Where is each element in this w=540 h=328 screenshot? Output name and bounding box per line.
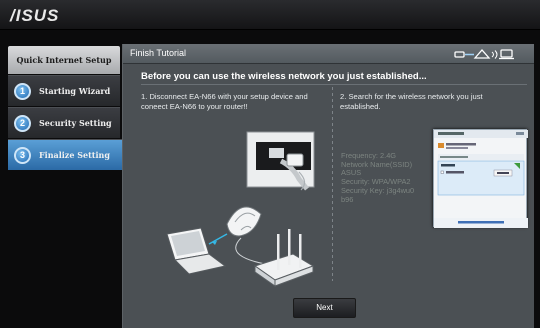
step-number: 2 [14, 114, 31, 132]
main-panel: Finish Tutorial Before you can use the w… [122, 44, 534, 328]
step-label: Security Setting [39, 118, 112, 128]
step-security-setting[interactable]: 2 Security Setting [8, 107, 120, 138]
top-bar: /ISUS [0, 0, 540, 30]
step-number: 3 [14, 146, 31, 164]
access-point-icon [226, 206, 262, 237]
windows-network-list-screenshot [433, 129, 528, 228]
step-starting-wizard[interactable]: 1 Starting Wizard [8, 75, 120, 106]
step-finalize-setting[interactable]: 3 Finalize Setting [8, 139, 136, 170]
laptop-icon [166, 227, 227, 275]
asus-logo: /ISUS [10, 6, 60, 25]
step-label: Starting Wizard [39, 86, 111, 96]
next-button[interactable]: Next [293, 298, 356, 318]
router-icon [253, 229, 315, 287]
security-key-text-cont: b96 [341, 194, 354, 204]
step-number: 1 [14, 82, 31, 100]
sidebar: Quick Internet Setup 1 Starting Wizard 2… [8, 46, 136, 321]
ethernet-port-closeup-icon [246, 131, 315, 191]
wireless-settings-info: Frequency: 2.4G Network Name(SSID) ASUS … [341, 151, 414, 204]
sidebar-title: Quick Internet Setup [8, 46, 120, 74]
step-label: Finalize Setting [39, 150, 110, 160]
